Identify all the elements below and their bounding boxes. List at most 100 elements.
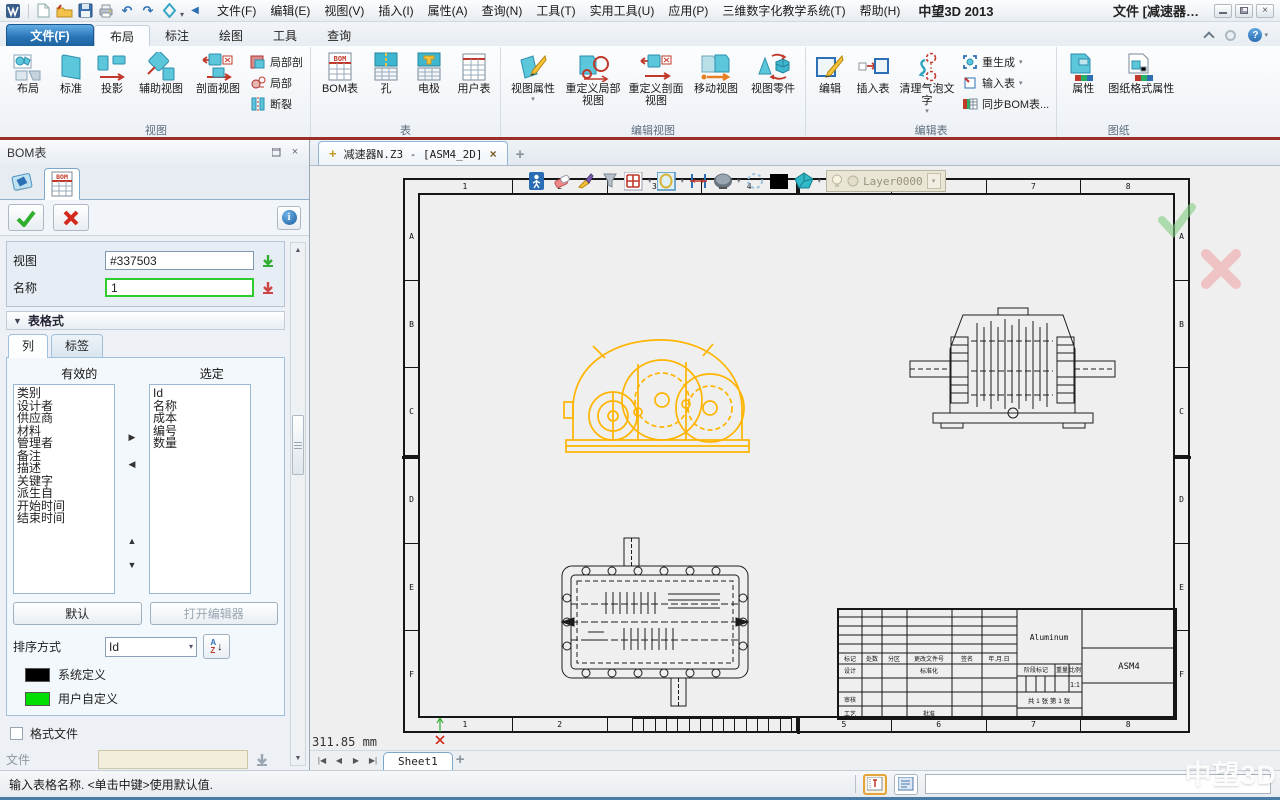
available-column-item[interactable]: 管理者 (17, 437, 111, 450)
move-left-button[interactable]: ◀ (129, 459, 136, 470)
ghost-ok-mark[interactable] (1158, 202, 1196, 238)
auxiliary-view-button[interactable]: 辅助视图 (133, 49, 189, 95)
pattern-dropdown-icon[interactable]: ▾ (648, 177, 652, 185)
sort-direction-button[interactable]: AZ↓ (203, 634, 230, 659)
clean-balloon-dropdown-icon[interactable]: ▾ (925, 107, 929, 115)
drawing-canvas[interactable]: 12345678 12345678 ABCDEF ABCDEF (310, 166, 1280, 750)
available-column-item[interactable]: 描述 (17, 462, 111, 475)
table-format-section-header[interactable]: ▼ 表格式 (6, 311, 285, 330)
menu-item[interactable]: 文件(F) (210, 2, 263, 19)
open-file-icon[interactable] (54, 2, 74, 20)
collapse-toolbar-icon[interactable]: ◀ (185, 2, 205, 20)
app-logo-icon[interactable] (4, 2, 24, 20)
move-down-button[interactable]: ▼ (128, 560, 137, 570)
menu-item[interactable]: 视图(V) (317, 2, 371, 19)
menu-item[interactable]: 三维数字化教学系统(T) (715, 2, 852, 19)
insert-table-button[interactable]: 插入表 (851, 49, 895, 95)
ellipse-dropdown-icon[interactable]: ▾ (681, 177, 685, 185)
close-button[interactable]: × (1256, 4, 1274, 18)
bom-tab[interactable]: BOM (44, 168, 80, 200)
erase-icon[interactable] (552, 172, 571, 191)
ribbon-tab-inquire[interactable]: 查询 (312, 25, 366, 46)
prompt-panel-toggle[interactable] (863, 774, 887, 795)
ribbon-tab-annotate[interactable]: 标注 (150, 25, 204, 46)
default-button[interactable]: 默认 (13, 602, 142, 625)
filter-icon[interactable] (600, 172, 619, 191)
selected-column-item[interactable]: Id (153, 387, 247, 400)
next-sheet-button[interactable]: ▶ (349, 756, 363, 765)
local-section-button[interactable]: 局部剖 (250, 54, 303, 70)
ribbon-tab-tools[interactable]: 工具 (258, 25, 312, 46)
document-tab-close-icon[interactable]: × (490, 147, 497, 161)
document-tab[interactable]: + 减速器N.Z3 - [ASM4_2D] × (318, 141, 508, 165)
labels-tab[interactable]: 标签 (51, 334, 103, 357)
exit-sketch-icon[interactable] (528, 172, 547, 191)
view-pick-button[interactable] (258, 252, 278, 270)
section-view-button[interactable]: 剖面视图 (190, 49, 246, 95)
sort-by-select[interactable]: Id▾ (105, 637, 197, 657)
user-table-button[interactable]: 用户表 (452, 49, 496, 95)
broken-view-button[interactable]: 断裂 (250, 96, 303, 112)
add-sheet-button[interactable]: + (456, 751, 465, 770)
available-column-item[interactable]: 结束时间 (17, 512, 111, 525)
collapse-ribbon-icon[interactable] (1204, 31, 1215, 42)
color-swatch-black[interactable] (770, 172, 789, 191)
cancel-button[interactable] (53, 204, 89, 231)
layer-combo[interactable]: Layer0000 ▾ (826, 170, 946, 192)
available-column-item[interactable]: 供应商 (17, 412, 111, 425)
quick-access-dropdown-icon[interactable]: ▾ (180, 10, 184, 21)
view-attributes-button[interactable]: 视图属性 ▾ (505, 49, 561, 103)
message-log-toggle[interactable] (894, 774, 918, 795)
file-field-input[interactable] (98, 750, 248, 769)
help-dropdown-icon[interactable]: ▾ (1264, 31, 1268, 39)
hole-table-button[interactable]: 孔 (366, 49, 406, 95)
paintbrush-icon[interactable] (576, 172, 595, 191)
available-columns-list[interactable]: 类别设计者供应商材料管理者备注描述关键字派生自开始时间结束时间 (13, 384, 115, 594)
print-icon[interactable] (96, 2, 116, 20)
ribbon-tab-layout[interactable]: 布局 (94, 25, 150, 46)
redefine-local-view-button[interactable]: 重定义局部视图 (562, 49, 624, 107)
menu-item[interactable]: 插入(I) (371, 2, 420, 19)
menu-item[interactable]: 编辑(E) (263, 2, 317, 19)
selected-columns-list[interactable]: Id名称成本编号数量 (149, 384, 251, 594)
redefine-section-view-button[interactable]: 重定义剖面视图 (625, 49, 687, 107)
electrode-table-button[interactable]: 电极 (407, 49, 451, 95)
layout-button[interactable]: 布局 (6, 49, 50, 95)
menu-item[interactable]: 实用工具(U) (583, 2, 662, 19)
move-right-button[interactable]: ▶ (129, 432, 136, 443)
standard-view-button[interactable]: 标准 (51, 49, 91, 95)
scroll-up-icon[interactable]: ▲ (291, 243, 305, 257)
new-file-icon[interactable] (33, 2, 53, 20)
selected-column-item[interactable]: 数量 (153, 437, 247, 450)
sheet-attributes-button[interactable]: 属性 (1061, 49, 1105, 95)
view-top[interactable] (548, 536, 762, 708)
redo-icon[interactable]: ↷ (138, 2, 158, 20)
last-sheet-button[interactable]: ▶| (366, 756, 380, 765)
info-button[interactable]: i (277, 206, 301, 230)
selected-column-item[interactable]: 成本 (153, 412, 247, 425)
help-icon[interactable]: ? (1248, 28, 1262, 42)
sheet-tab[interactable]: Sheet1 (383, 752, 453, 771)
sheet-format-attributes-button[interactable]: 图纸格式属性 (1106, 49, 1176, 95)
shade-dropdown-icon[interactable]: ▾ (818, 177, 822, 185)
format-file-checkbox[interactable] (10, 727, 23, 740)
menu-item[interactable]: 工具(T) (529, 2, 582, 19)
move-up-button[interactable]: ▲ (128, 536, 137, 546)
dimension-icon[interactable] (689, 172, 708, 191)
menu-item[interactable]: 查询(N) (475, 2, 530, 19)
bom-table-button[interactable]: BOM BOM表 (315, 49, 365, 95)
name-field-input[interactable]: 1 (105, 278, 254, 297)
panel-scrollbar[interactable]: ▲ ▼ (290, 242, 306, 766)
file-pick-button[interactable] (252, 751, 272, 769)
save-icon[interactable] (75, 2, 95, 20)
new-document-tab-button[interactable]: + (516, 146, 525, 165)
undo-icon[interactable]: ↶ (117, 2, 137, 20)
panel-close-icon[interactable]: × (288, 146, 302, 159)
ghost-cancel-mark[interactable] (1198, 246, 1244, 292)
menu-item[interactable]: 应用(P) (661, 2, 715, 19)
previous-sheet-button[interactable]: ◀ (332, 756, 346, 765)
ok-button[interactable] (8, 204, 44, 231)
layer-dropdown-icon[interactable]: ▾ (927, 173, 941, 189)
display-dropdown-icon[interactable]: ▾ (737, 177, 741, 185)
restore-button[interactable] (1235, 4, 1253, 18)
